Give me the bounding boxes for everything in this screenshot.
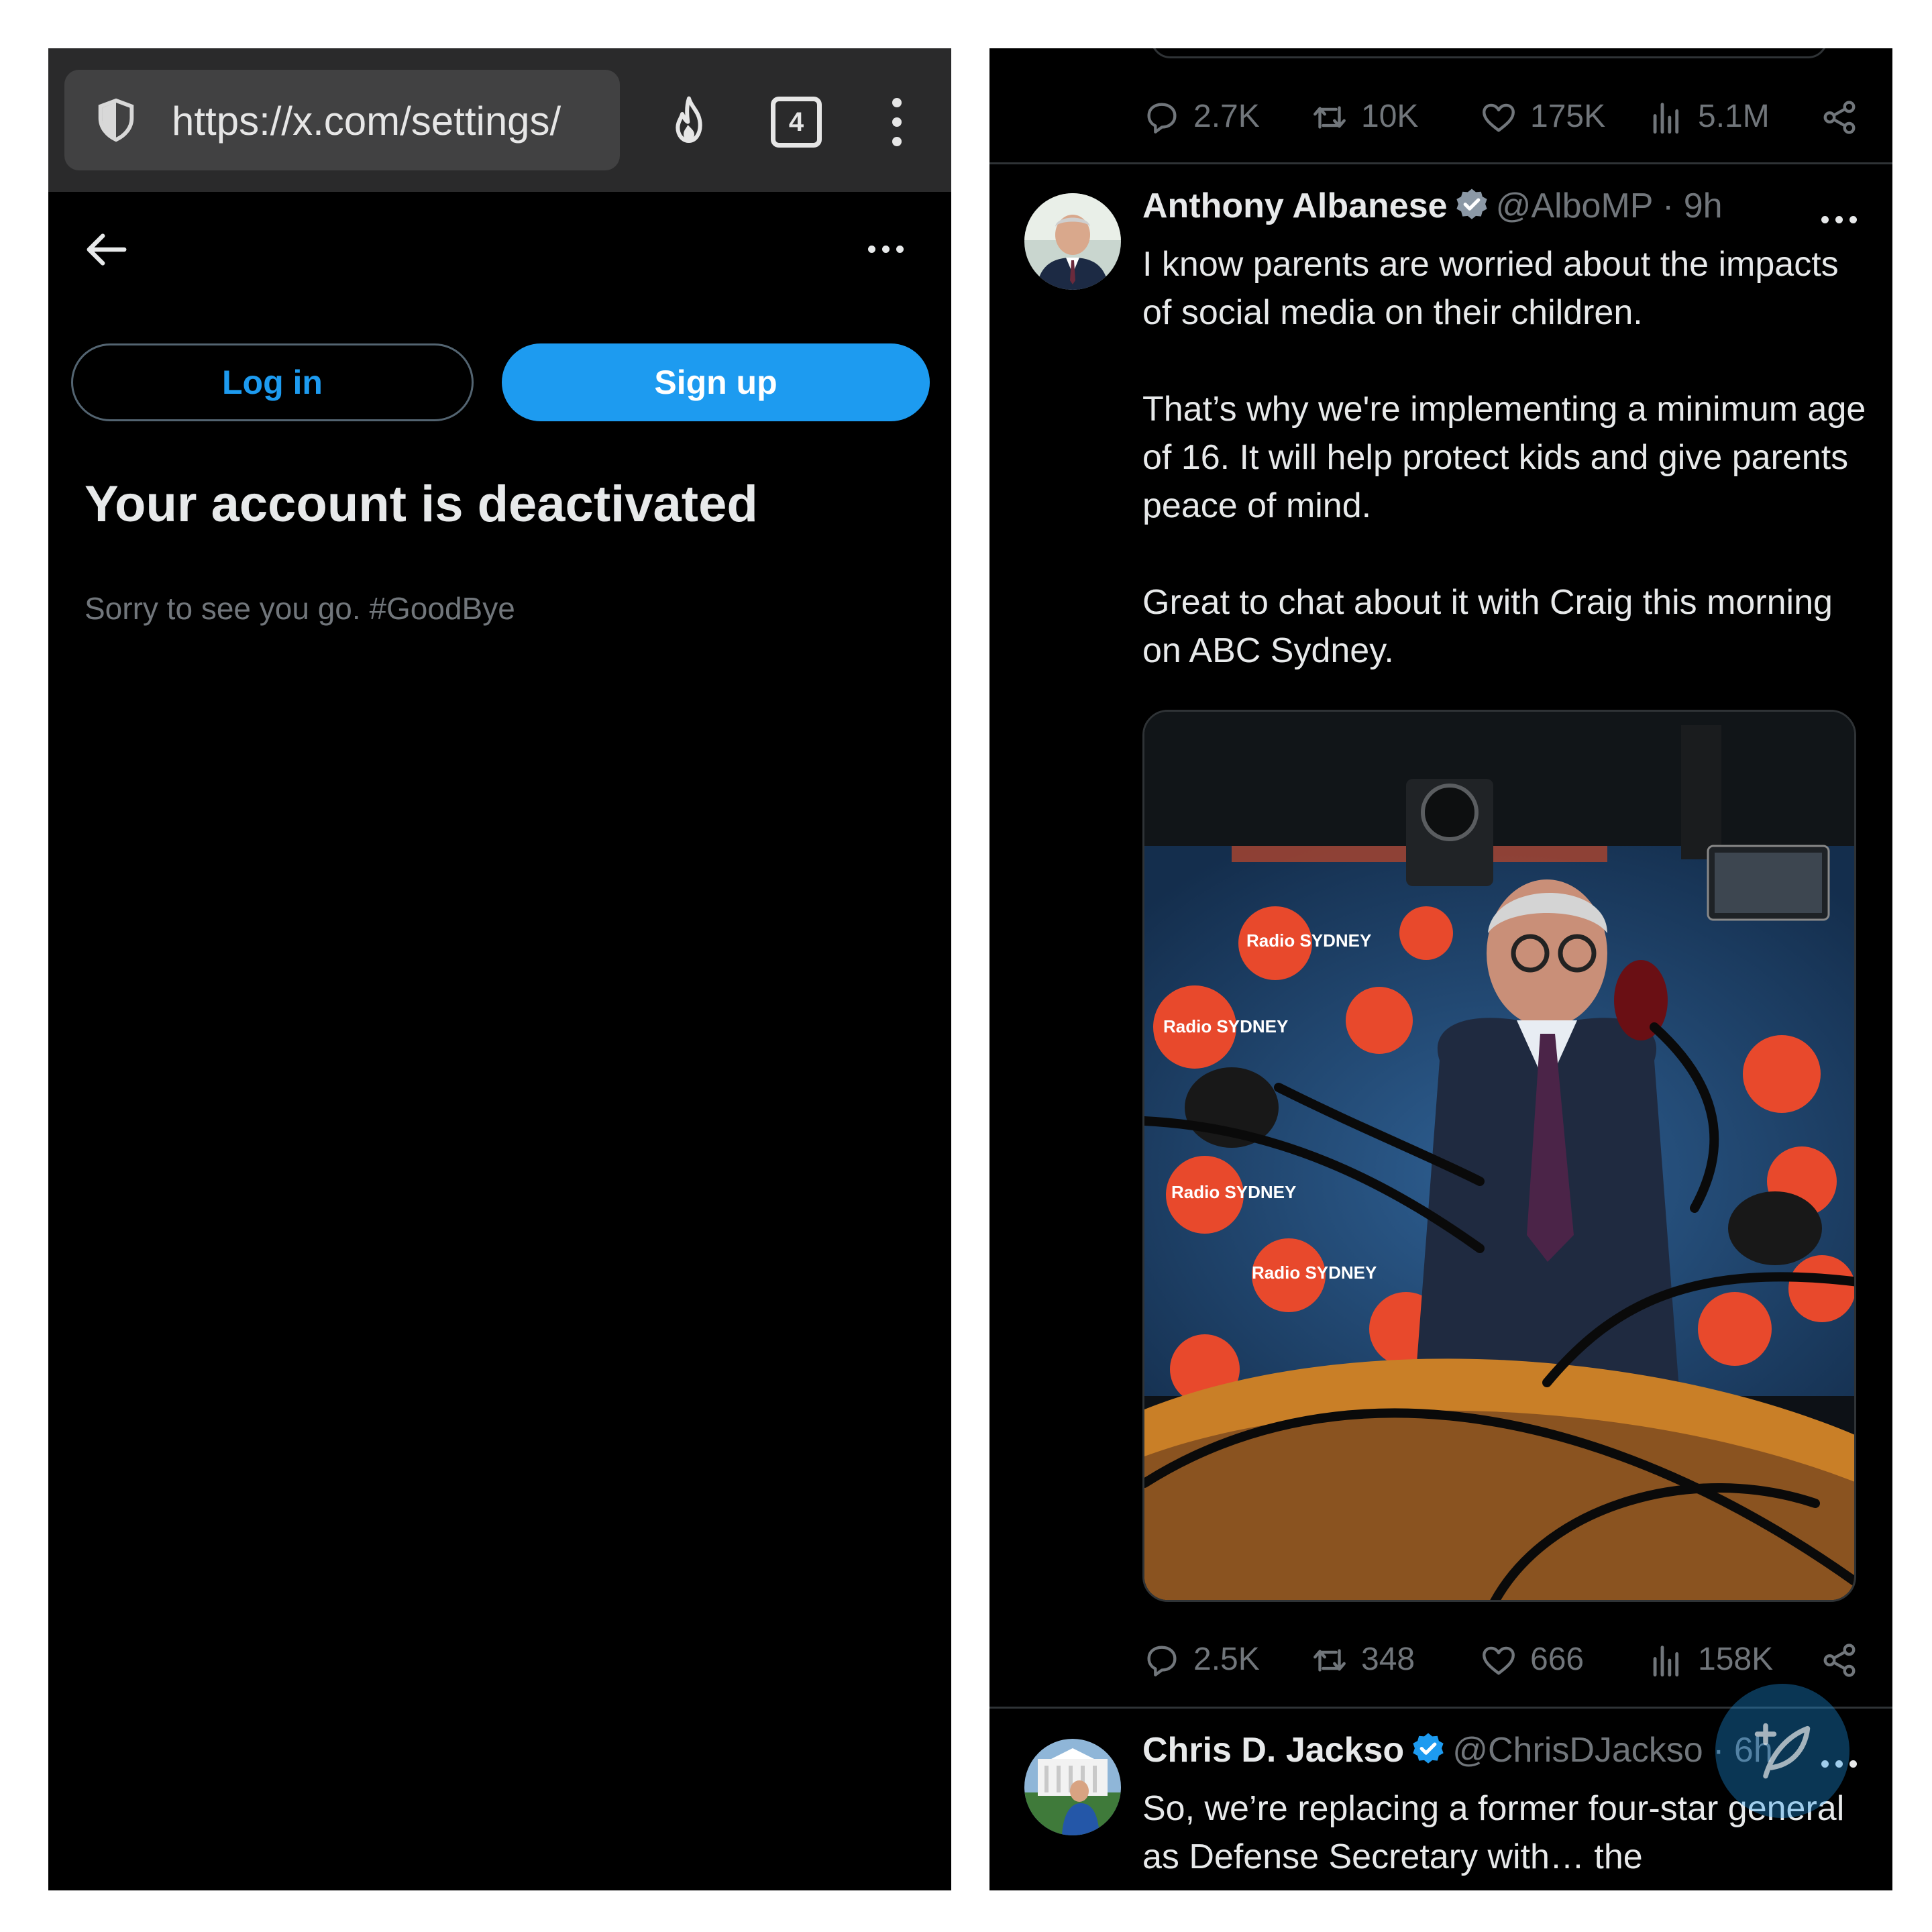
verified-badge-icon: [1456, 189, 1487, 219]
author-handle[interactable]: @AlboMP · 9h: [1496, 186, 1723, 225]
image-sign-text: Radio SYDNEY: [1246, 930, 1371, 951]
share-button[interactable]: [1820, 90, 1867, 144]
browser-menu-icon[interactable]: [887, 95, 907, 149]
reply-icon: [1147, 103, 1177, 133]
image-sign-text: Radio SYDNEY: [1163, 1016, 1288, 1036]
repost-icon: [1313, 106, 1346, 129]
verified-badge-icon: [1413, 1733, 1444, 1764]
views-chart-icon: [1653, 1646, 1679, 1677]
avatar[interactable]: [1024, 1739, 1121, 1835]
compose-button[interactable]: [1715, 1684, 1849, 1818]
reply-icon: [1147, 1646, 1177, 1676]
right-screenshot: 2.7K 10K 175K 5.1M Anthony Albanese @Alb…: [989, 48, 1892, 1890]
tweet-header: Anthony Albanese @AlboMP · 9h: [1142, 182, 1723, 229]
views-count: 5.1M: [1698, 99, 1770, 134]
page-subtitle: Sorry to see you go. #GoodBye: [85, 591, 515, 626]
reply-count: 2.7K: [1193, 99, 1260, 134]
repost-icon: [1313, 1649, 1346, 1672]
tweet-text: I know parents are worried about the imp…: [1142, 245, 1866, 670]
sign-up-button[interactable]: Sign up: [502, 343, 930, 421]
flame-icon[interactable]: [662, 94, 716, 148]
previous-tweet-actions: 2.7K 10K 175K 5.1M: [1142, 90, 1867, 144]
tweet-photo[interactable]: Radio SYDNEY Radio SYDNEY Radio SYDNEY R…: [1142, 710, 1856, 1602]
image-sign-text: Radio SYDNEY: [1171, 1182, 1296, 1202]
more-options-icon[interactable]: [867, 243, 907, 256]
browser-toolbar: https://x.com/settings/ 4: [48, 48, 951, 192]
left-screenshot: https://x.com/settings/ 4 Log in Sign up…: [48, 48, 951, 1890]
avatar[interactable]: [1024, 193, 1121, 290]
views-chart-icon: [1653, 103, 1679, 134]
tweet-header: Chris D. Jackso @ChrisDJackso · 6h: [1142, 1727, 1773, 1774]
quoted-tweet-edge: [1150, 48, 1828, 58]
views-count: 158K: [1698, 1642, 1774, 1677]
heart-icon: [1483, 103, 1515, 132]
url-text[interactable]: https://x.com/settings/: [172, 98, 608, 145]
tweet-more-icon[interactable]: [1820, 213, 1860, 227]
tweet-divider: [989, 162, 1892, 164]
heart-icon: [1483, 1646, 1515, 1675]
image-sign-text: Radio SYDNEY: [1252, 1263, 1377, 1283]
shield-icon[interactable]: [93, 97, 140, 144]
share-button[interactable]: [1820, 1633, 1867, 1686]
tabs-count-button[interactable]: 4: [771, 97, 822, 148]
reply-count: 2.5K: [1193, 1642, 1260, 1677]
main-tweet-actions: 2.5K 348 666 158K: [1142, 1633, 1867, 1686]
share-icon: [1823, 101, 1856, 134]
log-in-button[interactable]: Log in: [71, 343, 474, 421]
address-bar[interactable]: https://x.com/settings/: [64, 70, 620, 170]
repost-count: 348: [1361, 1642, 1415, 1677]
page-title: Your account is deactivated: [85, 476, 758, 533]
author-name[interactable]: Chris D. Jackso: [1142, 1731, 1404, 1770]
author-name[interactable]: Anthony Albanese: [1142, 186, 1448, 225]
compose-feather-icon: [1754, 1723, 1811, 1779]
back-arrow-icon[interactable]: [83, 229, 130, 270]
share-icon: [1823, 1644, 1856, 1677]
like-count: 175K: [1530, 99, 1606, 134]
like-count: 666: [1530, 1642, 1585, 1677]
repost-count: 10K: [1361, 99, 1419, 134]
